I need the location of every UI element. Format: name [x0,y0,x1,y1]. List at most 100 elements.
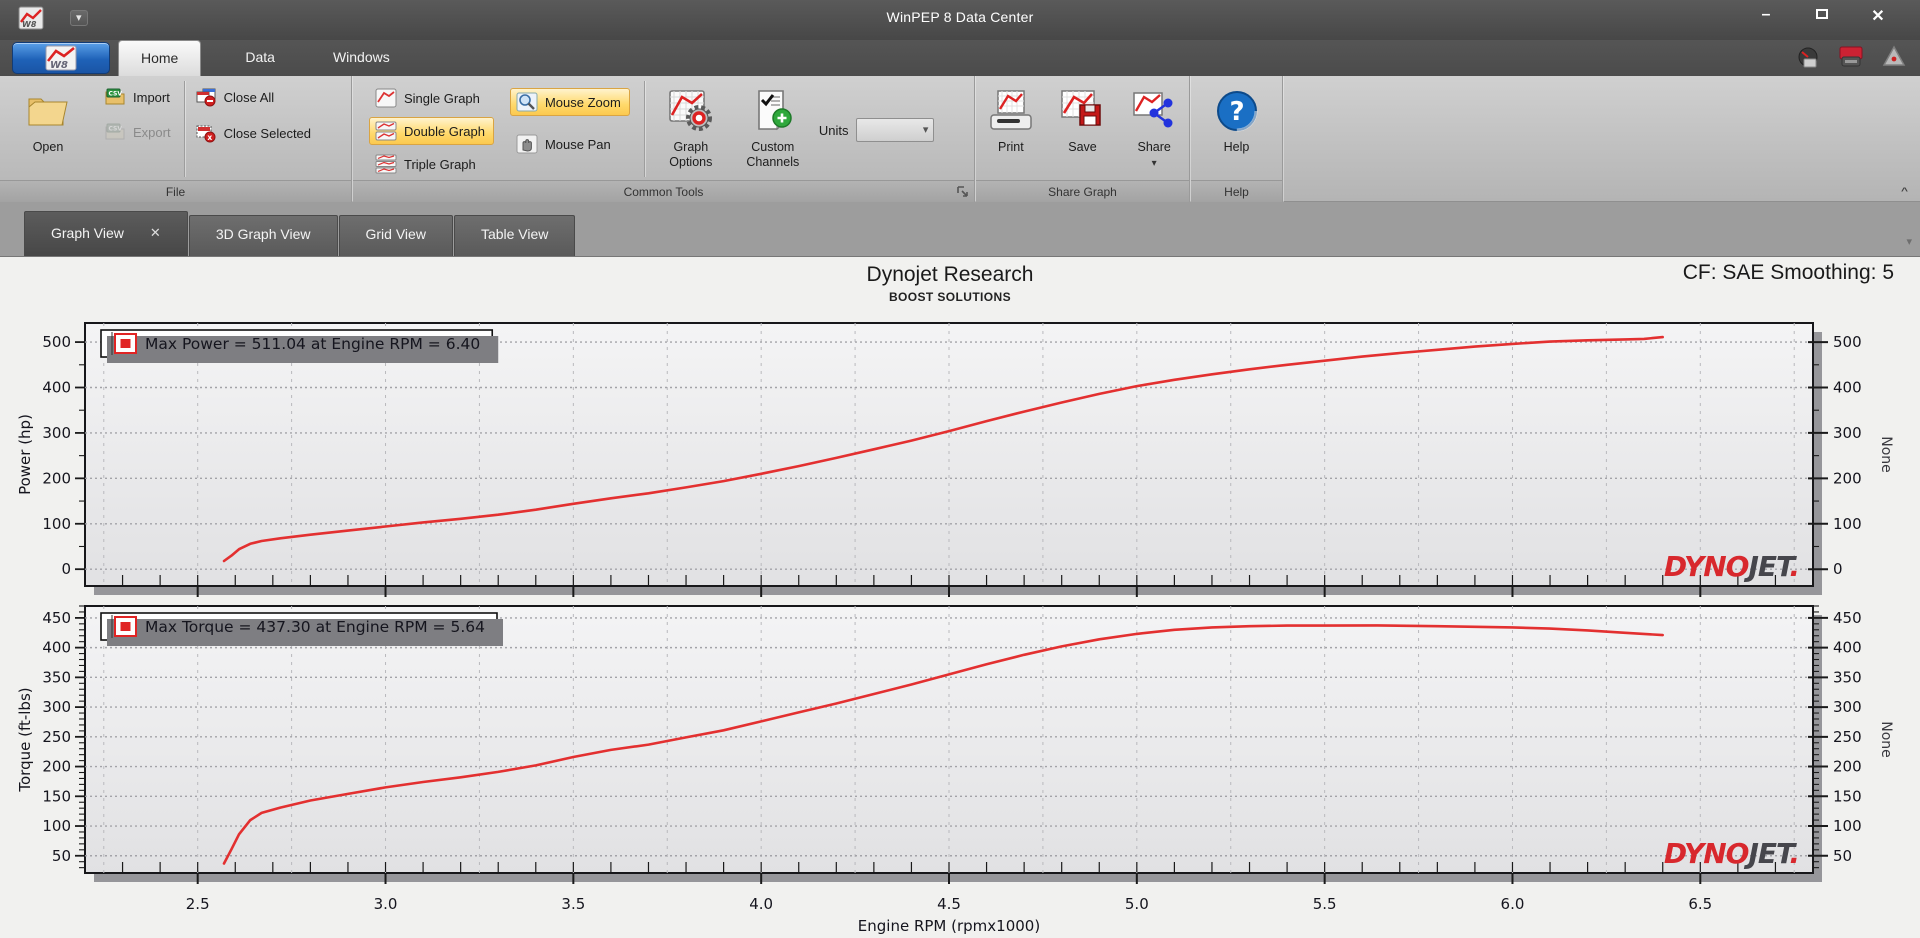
svg-text:4.5: 4.5 [937,895,961,913]
share-caret-icon[interactable]: ▾ [1152,156,1157,171]
svg-text:300: 300 [1833,424,1862,442]
ribbon-collapse-icon[interactable]: ^ [1901,185,1908,196]
svg-text:200: 200 [42,469,71,487]
open-button[interactable]: Open [12,78,84,155]
dynojet-logo: DYNOJET. [1664,550,1799,583]
double-graph-icon [375,121,397,141]
group-label-file: File [0,180,351,202]
svg-text:500: 500 [1833,333,1862,351]
svg-text:6.0: 6.0 [1501,895,1525,913]
svg-text:6.5: 6.5 [1688,895,1712,913]
close-button[interactable]: ✕ [1864,6,1892,26]
svg-text:100: 100 [1833,817,1862,835]
save-button[interactable]: Save ▾ [1048,78,1118,171]
svg-text:350: 350 [42,668,71,686]
tab-graph-view[interactable]: Graph View ✕ [24,211,188,256]
dynojet-logo: DYNOJET. [1664,837,1799,870]
single-graph-button[interactable]: Single Graph [369,84,494,112]
ribbon-tab-data[interactable]: Data [223,40,297,76]
print-button[interactable]: Print [976,78,1046,155]
svg-text:400: 400 [1833,639,1862,657]
svg-text:5.0: 5.0 [1125,895,1149,913]
tab-3d-graph-view[interactable]: 3D Graph View [188,215,338,256]
triangle-badge-icon[interactable] [1882,45,1906,69]
hand-pan-icon [516,134,538,154]
svg-text:400: 400 [1833,379,1862,397]
import-csv-icon: CSV [105,88,125,105]
triple-graph-button[interactable]: Triple Graph [369,150,494,178]
tab-overflow-icon[interactable]: ▾ [1906,235,1912,248]
mouse-zoom-button[interactable]: Mouse Zoom [509,88,630,116]
graph-view-page: Dynojet Research BOOST SOLUTIONS CF: SAE… [0,256,1920,938]
svg-text:500: 500 [42,333,71,351]
svg-text:0: 0 [61,560,71,578]
right-axis-title: None [1878,436,1894,473]
svg-text:?: ? [1229,97,1244,127]
mouse-pan-button[interactable]: Mouse Pan [510,130,630,158]
tab-close-icon[interactable]: ✕ [150,225,161,241]
export-button[interactable]: CSV Export [98,119,180,145]
units-combobox[interactable]: ▾ [856,118,935,142]
graph-options-button[interactable]: Graph Options [655,78,727,170]
close-all-icon [196,88,216,107]
units-caret-icon: ▾ [922,124,929,136]
folder-icon [28,98,68,126]
ribbon-separator [183,81,185,177]
graph-title: Dynojet Research [866,263,1034,286]
ribbon-tab-row: W8 Home Data Windows [0,40,1920,76]
custom-channels-icon [758,90,792,131]
ribbon-group-help: ? Help Help [1191,76,1283,202]
svg-text:100: 100 [42,515,71,533]
save-icon [1060,90,1101,126]
import-button[interactable]: CSV Import [98,84,180,110]
svg-text:100: 100 [42,817,71,835]
ribbon-tab-home[interactable]: Home [118,40,202,76]
svg-text:200: 200 [1833,469,1862,487]
svg-text:100: 100 [1833,515,1862,533]
ribbon-group-common-tools: Single Graph Double Graph Triple Graph M… [353,76,975,202]
double-graph-button[interactable]: Double Graph [369,117,494,145]
svg-text:3.5: 3.5 [561,895,585,913]
maximize-button[interactable] [1808,6,1836,26]
custom-channels-button[interactable]: Custom Channels [737,78,809,170]
svg-text:2.5: 2.5 [186,895,210,913]
svg-text:400: 400 [42,639,71,657]
svg-text:4.0: 4.0 [749,895,773,913]
svg-text:300: 300 [1833,698,1862,716]
svg-text:400: 400 [42,379,71,397]
ribbon-group-share-graph: Print Save ▾ [976,76,1190,202]
svg-text:Max Torque = 437.30 at Engine: Max Torque = 437.30 at Engine RPM = 5.64 [145,618,485,636]
help-button[interactable]: ? Help [1201,78,1273,155]
tab-grid-view[interactable]: Grid View [338,215,453,256]
gauge-icon[interactable] [1796,45,1820,69]
close-selected-icon: x [196,125,216,143]
torque-graph[interactable]: 2.5 3.0 3.5 4.0 4.5 5.0 5.5 6.0 6.5 50 50 100 100 150… [0,601,1920,938]
legend[interactable]: Max Power = 511.04 at Engine RPM = 6.40 [100,329,499,363]
right-axis-title: None [1878,721,1894,758]
svg-text:50: 50 [52,847,71,865]
graph-options-icon [669,90,712,131]
tab-table-view[interactable]: Table View [453,215,576,256]
svg-text:450: 450 [42,609,71,627]
svg-text:5.5: 5.5 [1313,895,1337,913]
group-label-common-tools: Common Tools [353,180,974,202]
legend[interactable]: Max Torque = 437.30 at Engine RPM = 5.64 [100,612,503,646]
svg-text:150: 150 [1833,787,1862,805]
correction-factor-label: CF: SAE Smoothing: 5 [1682,261,1894,284]
svg-text:450: 450 [1833,609,1862,627]
close-selected-button[interactable]: x Close Selected [189,120,320,147]
svg-text:200: 200 [42,758,71,776]
minimize-button[interactable]: – [1752,6,1780,26]
y-axis-title: Torque (ft-lbs) [16,687,34,792]
single-graph-icon [375,88,397,108]
dialog-launcher-icon[interactable] [955,184,970,199]
application-menu-button[interactable]: W8 [12,42,110,74]
ribbon-tab-windows[interactable]: Windows [311,40,412,76]
window-title: WinPEP 8 Data Center [886,9,1034,25]
share-button[interactable]: Share ▾ [1119,78,1189,171]
power-graph[interactable]: 0 0 100 100 200 200 300 300 400 400 500 500 Power (h… [0,305,1920,601]
close-all-button[interactable]: Close All [189,84,320,111]
svg-text:Max Power = 511.04 at Engine R: Max Power = 511.04 at Engine RPM = 6.40 [145,335,480,353]
magnifier-icon [516,92,538,112]
dyno-device-icon[interactable] [1838,45,1864,69]
